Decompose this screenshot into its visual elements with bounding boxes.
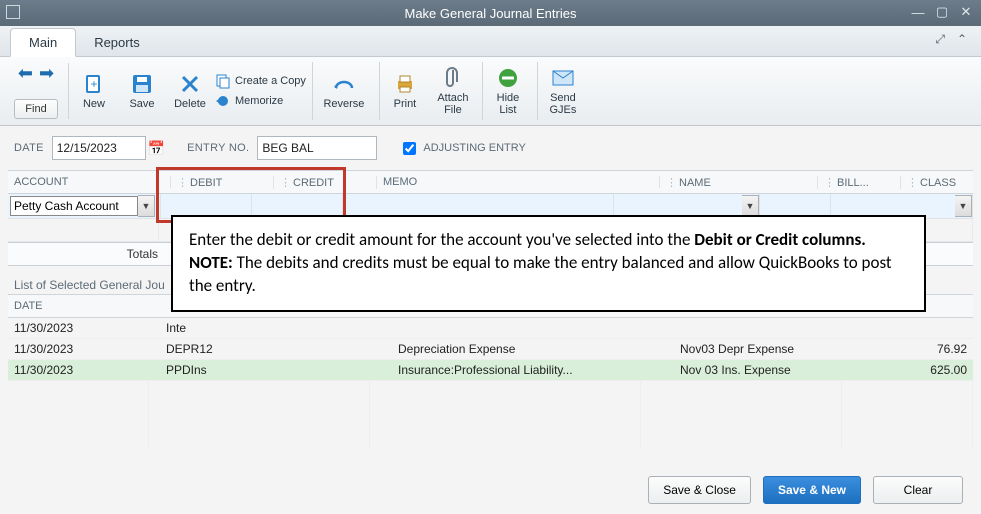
titlebar: Make General Journal Entries — ▢ ✕ [0,0,981,26]
col-memo: MEMO [377,176,660,188]
attach-icon [441,66,465,90]
ribbon: ⬅ ➡ Find + New Save Del [0,57,981,126]
new-icon: + [82,72,106,96]
account-input[interactable] [10,196,138,216]
account-dropdown-icon[interactable]: ▼ [138,195,155,217]
col-name: NAME [660,176,818,189]
adjusting-label: ADJUSTING ENTRY [423,142,525,154]
print-icon [393,72,417,96]
date-label: DATE [14,142,44,154]
name-dropdown-icon[interactable]: ▼ [742,195,759,217]
tab-reports[interactable]: Reports [76,29,158,56]
col-bill: BILL... [818,176,901,189]
adjusting-checkbox[interactable] [403,142,416,155]
save-new-button[interactable]: Save & New [763,476,861,504]
maximize-button[interactable]: ▢ [933,4,951,20]
fields-row: DATE 📅 ENTRY NO. ADJUSTING ENTRY [0,126,981,166]
calendar-icon[interactable]: 📅 [148,140,165,157]
prev-arrow-icon[interactable]: ⬅ [18,63,33,84]
create-copy-button[interactable]: Create a Copy [215,73,306,89]
collapse-icon[interactable]: ⌃ [957,32,967,47]
save-icon [130,72,154,96]
entryno-input[interactable] [257,136,377,160]
entryno-label: ENTRY NO. [187,142,249,154]
memorize-icon [215,93,231,109]
save-button[interactable]: Save [119,70,165,112]
send-gjes-button[interactable]: Send GJEs [540,64,586,118]
svg-text:+: + [90,77,97,91]
reverse-button[interactable]: Reverse [315,70,373,112]
attach-file-button[interactable]: Attach File [430,64,476,118]
list-table: DATE ⋮ EN 11/30/2023 Inte 11/30/2023 DEP… [8,294,973,448]
new-button[interactable]: + New [71,70,117,112]
send-icon [551,66,575,90]
titlebar-icon [6,5,20,19]
save-close-button[interactable]: Save & Close [648,476,751,504]
minimize-button[interactable]: — [909,4,927,20]
close-button[interactable]: ✕ [957,4,975,20]
tab-main[interactable]: Main [10,28,76,57]
list-col-date: DATE [8,300,160,312]
delete-button[interactable]: Delete [167,70,213,112]
footer-buttons: Save & Close Save & New Clear [648,476,963,504]
col-class: CLASS [901,176,973,189]
col-credit[interactable]: CREDIT [274,176,377,189]
journal-header: ACCOUNT DEBIT CREDIT MEMO NAME BILL... C… [8,170,973,194]
col-account: ACCOUNT [8,176,171,188]
list-row[interactable]: 11/30/2023 DEPR12 Depreciation Expense N… [8,339,973,360]
tab-strip: Main Reports ⤢ ⌃ [0,26,981,57]
hide-icon [496,66,520,90]
class-dropdown-icon[interactable]: ▼ [955,195,972,217]
find-button[interactable]: Find [14,99,57,119]
list-row[interactable]: 11/30/2023 PPDIns Insurance:Professional… [8,360,973,381]
delete-icon [178,72,202,96]
reverse-icon [332,72,356,96]
clear-button[interactable]: Clear [873,476,963,504]
callout-box: Enter the debit or credit amount for the… [171,215,926,312]
col-debit[interactable]: DEBIT [171,176,274,189]
date-input[interactable] [52,136,146,160]
expand-icon[interactable]: ⤢ [935,32,945,47]
hide-list-button[interactable]: Hide List [485,64,531,118]
print-button[interactable]: Print [382,70,428,112]
next-arrow-icon[interactable]: ➡ [39,63,54,84]
window-title: Make General Journal Entries [405,6,577,21]
window-root: Make General Journal Entries — ▢ ✕ Main … [0,0,981,514]
totals-label: Totals [8,247,164,261]
copy-icon [215,73,231,89]
memorize-button[interactable]: Memorize [215,93,306,109]
list-row[interactable]: 11/30/2023 Inte [8,318,973,339]
